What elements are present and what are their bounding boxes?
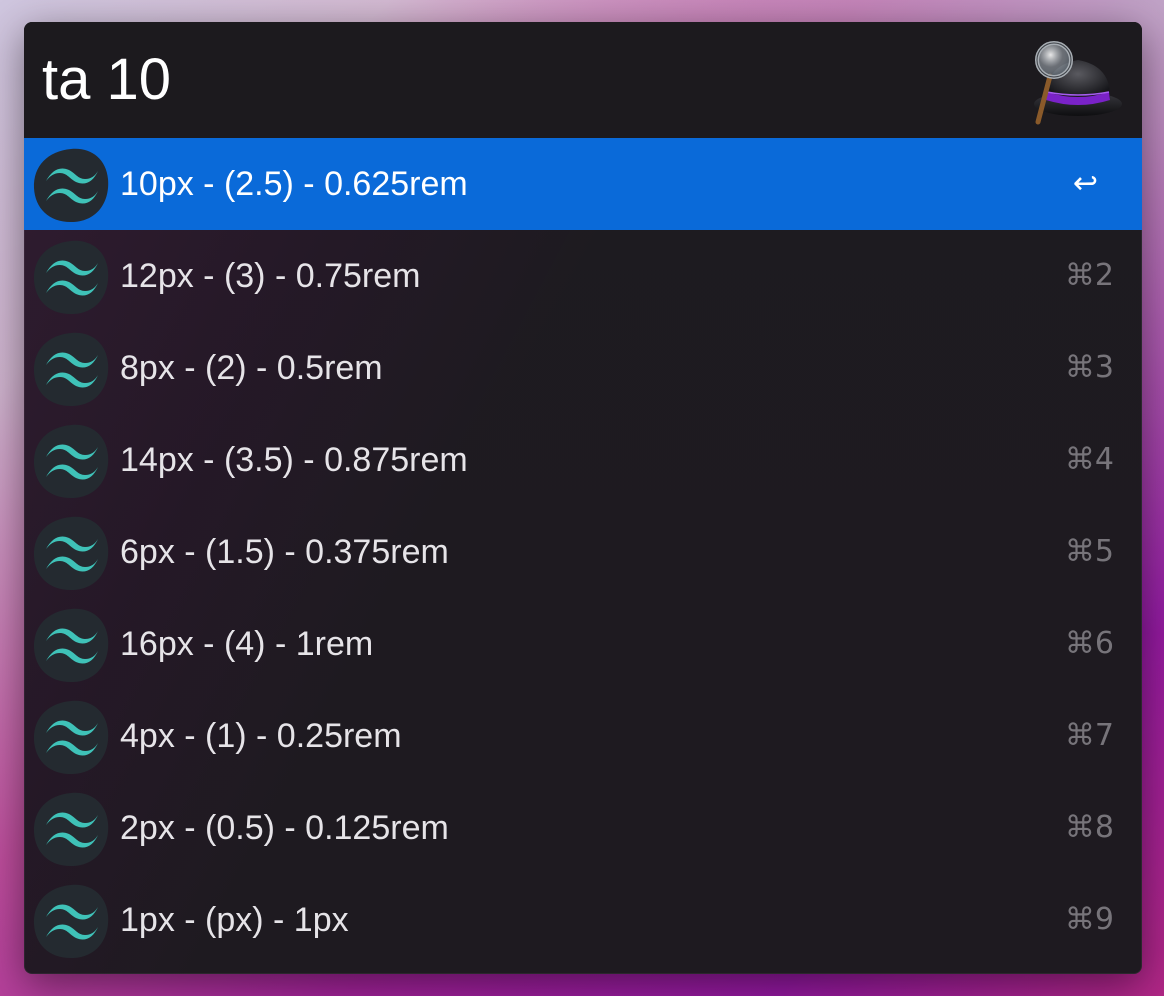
- result-title: 8px - (2) - 0.5rem: [120, 349, 383, 387]
- result-row-selected[interactable]: 10px - (2.5) - 0.625rem ↩: [24, 138, 1142, 230]
- tailwind-icon: [33, 240, 109, 315]
- result-title: 12px - (3) - 0.75rem: [120, 257, 421, 295]
- result-row[interactable]: 6px - (1.5) - 0.375rem ⌘5: [24, 506, 1142, 598]
- tailwind-icon: [33, 608, 109, 683]
- result-row[interactable]: 16px - (4) - 1rem ⌘6: [24, 598, 1142, 690]
- result-title: 1px - (px) - 1px: [120, 901, 349, 939]
- result-title: 10px - (2.5) - 0.625rem: [120, 165, 468, 203]
- result-row[interactable]: 4px - (1) - 0.25rem ⌘7: [24, 690, 1142, 782]
- tailwind-icon: [33, 332, 109, 407]
- tailwind-icon: [33, 424, 109, 499]
- result-title: 6px - (1.5) - 0.375rem: [120, 533, 449, 571]
- search-input[interactable]: [42, 44, 1002, 116]
- result-title: 16px - (4) - 1rem: [120, 625, 374, 663]
- result-row[interactable]: 2px - (0.5) - 0.125rem ⌘8: [24, 782, 1142, 874]
- return-key-hint: ↩: [1072, 166, 1098, 201]
- search-bar: [24, 22, 1142, 138]
- result-row[interactable]: 8px - (2) - 0.5rem ⌘3: [24, 322, 1142, 414]
- shortcut-hint: ⌘5: [1064, 534, 1114, 569]
- tailwind-icon: [33, 700, 109, 775]
- result-row[interactable]: 12px - (3) - 0.75rem ⌘2: [24, 230, 1142, 322]
- result-title: 2px - (0.5) - 0.125rem: [120, 809, 449, 847]
- result-row[interactable]: 14px - (3.5) - 0.875rem ⌘4: [24, 414, 1142, 506]
- shortcut-hint: ⌘7: [1064, 718, 1114, 753]
- alfred-launcher-window: 10px - (2.5) - 0.625rem ↩ 12px - (3) - 0.7…: [24, 22, 1142, 974]
- shortcut-hint: ⌘2: [1064, 258, 1114, 293]
- results-list: 10px - (2.5) - 0.625rem ↩ 12px - (3) - 0.7…: [24, 138, 1142, 966]
- tailwind-icon: [33, 884, 109, 959]
- shortcut-hint: ⌘6: [1064, 626, 1114, 661]
- tailwind-icon: [33, 148, 109, 223]
- result-row[interactable]: 1px - (px) - 1px ⌘9: [24, 874, 1142, 966]
- result-title: 14px - (3.5) - 0.875rem: [120, 441, 468, 479]
- shortcut-hint: ⌘4: [1064, 442, 1114, 477]
- shortcut-hint: ⌘9: [1064, 902, 1114, 937]
- result-title: 4px - (1) - 0.25rem: [120, 717, 402, 755]
- shortcut-hint: ⌘8: [1064, 810, 1114, 845]
- tailwind-icon: [33, 792, 109, 867]
- shortcut-hint: ⌘3: [1064, 350, 1114, 385]
- tailwind-icon: [33, 516, 109, 591]
- alfred-hat-icon: [1034, 41, 1122, 125]
